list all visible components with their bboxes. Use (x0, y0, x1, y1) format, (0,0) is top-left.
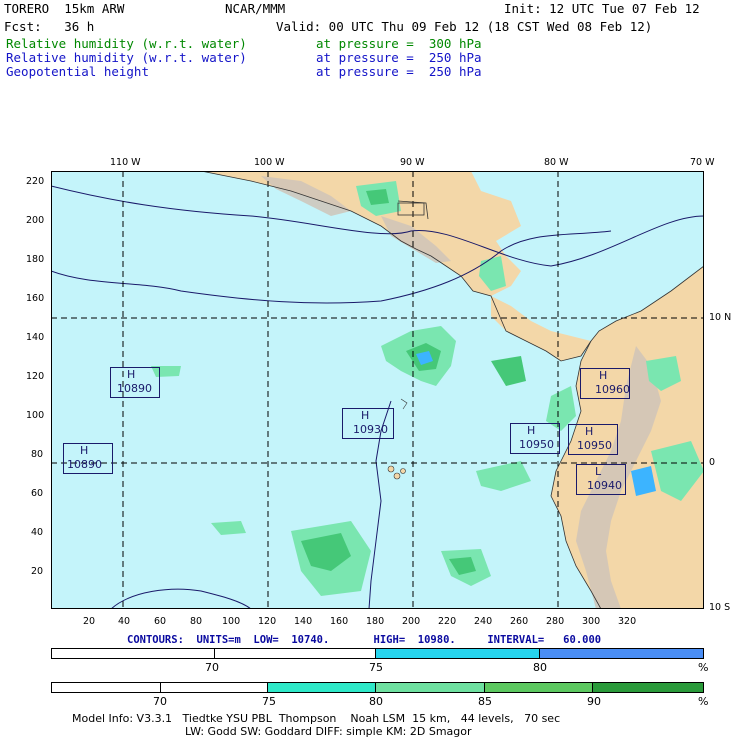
y-tick: 60 (31, 488, 44, 499)
colorbar1-label: 75 (369, 661, 383, 674)
field-3-level: at pressure = 250 hPa (316, 64, 482, 79)
x-tick: 100 (222, 616, 241, 627)
colorbar2-label: 85 (478, 695, 492, 708)
x-tick: 20 (83, 616, 96, 627)
lon-label-80w: 80 W (544, 157, 569, 168)
x-tick: 260 (510, 616, 529, 627)
lon-label-110w: 110 W (110, 157, 141, 168)
colorbar-swatch (52, 649, 215, 658)
colorbar2-label: 80 (369, 695, 383, 708)
colorbar1-label: 70 (205, 661, 219, 674)
lon-label-70w: 70 W (690, 157, 715, 168)
x-tick: 200 (402, 616, 421, 627)
center-label: NCAR/MMM (225, 1, 286, 16)
forecast-hour: Fcst: 36 h (4, 19, 95, 34)
low-center: L 10940 (576, 464, 626, 495)
high-value: 10950 (519, 438, 554, 451)
valid-time: Valid: 00 UTC Thu 09 Feb 12 (18 CST Wed … (276, 19, 653, 34)
lon-label-100w: 100 W (254, 157, 285, 168)
field-2-level: at pressure = 250 hPa (316, 50, 482, 65)
high-center: H 10890 (110, 367, 160, 398)
high-symbol: H (361, 409, 370, 422)
high-symbol: H (527, 424, 536, 437)
y-tick: 120 (26, 371, 45, 382)
high-center: H 10890 (63, 443, 113, 474)
x-tick: 320 (618, 616, 637, 627)
colorbar-swatch (215, 649, 376, 658)
y-tick: 80 (31, 449, 44, 460)
y-tick: 20 (31, 566, 44, 577)
contour-info: CONTOURS: UNITS=m LOW= 10740. HIGH= 1098… (127, 634, 602, 646)
colorbar-300hpa (51, 682, 704, 693)
high-symbol: H (599, 369, 608, 382)
colorbar2-label: 70 (153, 695, 167, 708)
high-value: 10890 (117, 382, 152, 395)
high-symbol: H (585, 425, 594, 438)
high-symbol: H (80, 444, 89, 457)
colorbar-250hpa (51, 648, 704, 659)
field-1-name: Relative humidity (w.r.t. water) (6, 36, 247, 51)
high-value: 10960 (595, 383, 630, 396)
lat-label-0: 0 (709, 457, 716, 468)
model-info-line2: LW: Godd SW: Goddard DIFF: simple KM: 2D… (185, 725, 472, 738)
y-tick: 200 (26, 215, 45, 226)
colorbar2-unit: % (698, 695, 709, 708)
high-center: H 10950 (568, 424, 618, 455)
lat-label-10s: 10 S (709, 602, 731, 613)
x-tick: 180 (366, 616, 385, 627)
colorbar-swatch (484, 683, 594, 692)
model-info-line1: Model Info: V3.3.1 Tiedtke YSU PBL Thomp… (72, 712, 561, 725)
x-tick: 300 (582, 616, 601, 627)
colorbar1-label: 80 (533, 661, 547, 674)
x-tick: 220 (438, 616, 457, 627)
colorbar2-label: 75 (262, 695, 276, 708)
y-tick: 180 (26, 254, 45, 265)
high-value: 10950 (577, 439, 612, 452)
high-center: H 10930 (342, 408, 394, 439)
x-tick: 60 (154, 616, 167, 627)
x-tick: 140 (294, 616, 313, 627)
colorbar-swatch (52, 683, 161, 692)
low-symbol: L (595, 465, 602, 478)
high-value: 10890 (67, 458, 102, 471)
high-symbol: H (127, 368, 136, 381)
y-tick: 100 (26, 410, 45, 421)
y-tick: 40 (31, 527, 44, 538)
lon-label-90w: 90 W (400, 157, 425, 168)
y-tick: 220 (26, 176, 45, 187)
y-tick: 160 (26, 293, 45, 304)
field-1-level: at pressure = 300 hPa (316, 36, 482, 51)
colorbar-swatch (593, 683, 704, 692)
lat-label-10n: 10 N (709, 312, 732, 323)
x-tick: 280 (546, 616, 565, 627)
y-tick: 140 (26, 332, 45, 343)
high-center: H 10960 (580, 368, 630, 399)
x-tick: 40 (118, 616, 131, 627)
model-title: TORERO 15km ARW (4, 1, 125, 16)
high-center: H 10950 (510, 423, 560, 454)
high-value: 10930 (353, 423, 388, 436)
x-tick: 80 (190, 616, 203, 627)
colorbar2-label: 90 (587, 695, 601, 708)
x-tick: 160 (330, 616, 349, 627)
field-2-name: Relative humidity (w.r.t. water) (6, 50, 247, 65)
colorbar-swatch (376, 649, 540, 658)
colorbar-swatch (268, 683, 377, 692)
colorbar-swatch (161, 683, 269, 692)
init-time: Init: 12 UTC Tue 07 Feb 12 (504, 1, 700, 16)
x-tick: 120 (258, 616, 277, 627)
x-tick: 240 (474, 616, 493, 627)
colorbar-swatch (376, 683, 485, 692)
low-value: 10940 (587, 479, 622, 492)
field-3-name: Geopotential height (6, 64, 149, 79)
colorbar1-unit: % (698, 661, 709, 674)
colorbar-swatch (539, 649, 703, 658)
